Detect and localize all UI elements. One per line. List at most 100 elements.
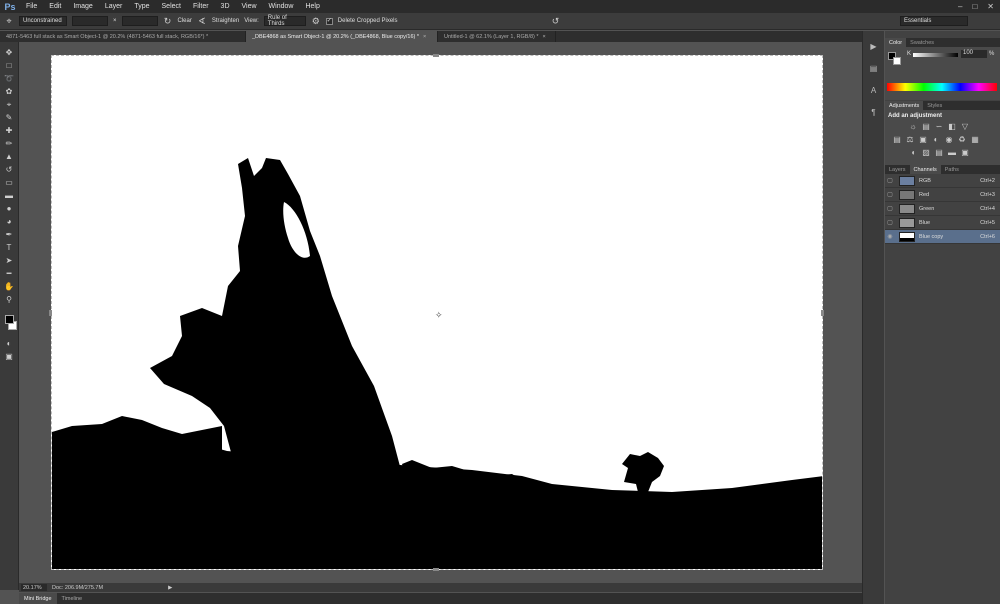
- menu-help[interactable]: Help: [299, 3, 325, 10]
- doc-tab[interactable]: Untitled-1 @ 62.1% (Layer 1, RGB/8) * ×: [438, 31, 556, 42]
- menu-3d[interactable]: 3D: [215, 3, 236, 10]
- shape-icon[interactable]: ━: [3, 268, 15, 279]
- tab-timeline[interactable]: Timeline: [57, 593, 88, 604]
- channel-row-blue-copy[interactable]: ◉ Blue copy Ctrl+6: [885, 230, 1000, 244]
- close-icon[interactable]: ×: [423, 34, 426, 40]
- lasso-icon[interactable]: ➰: [3, 73, 15, 84]
- swap-dimensions-button[interactable]: ×: [113, 18, 117, 24]
- height-field[interactable]: [121, 16, 158, 26]
- brightness-icon[interactable]: ☼: [908, 122, 918, 131]
- close-window-button[interactable]: ✕: [987, 2, 994, 11]
- ratio-select[interactable]: Unconstrained: [19, 16, 67, 26]
- channel-mixer-icon[interactable]: ♻: [957, 135, 967, 144]
- stamp-icon[interactable]: ▲: [3, 151, 15, 162]
- menu-window[interactable]: Window: [263, 3, 300, 10]
- crop-handle-top[interactable]: [433, 54, 439, 57]
- hand-icon[interactable]: ✋: [3, 281, 15, 292]
- menu-select[interactable]: Select: [156, 3, 187, 10]
- reset-icon[interactable]: ↺: [551, 16, 561, 26]
- visibility-toggle[interactable]: ▢: [885, 205, 895, 212]
- clear-button[interactable]: Clear: [178, 18, 192, 24]
- healing-icon[interactable]: ✚: [3, 125, 15, 136]
- tab-layers[interactable]: Layers: [885, 165, 910, 174]
- crop-icon[interactable]: ⌖: [3, 99, 15, 110]
- tab-mini-bridge[interactable]: Mini Bridge: [19, 593, 57, 604]
- type-icon[interactable]: T: [3, 242, 15, 253]
- levels-icon[interactable]: ▤: [921, 122, 931, 131]
- tab-styles[interactable]: Styles: [923, 101, 946, 110]
- straighten-icon[interactable]: ∢: [197, 16, 207, 26]
- screen-mode-icon[interactable]: ▣: [3, 351, 15, 362]
- threshold-icon[interactable]: ▤: [934, 148, 944, 157]
- text-panel-icon[interactable]: A: [868, 85, 880, 95]
- zoom-field[interactable]: 20.17%: [21, 584, 47, 591]
- curves-icon[interactable]: ∽: [934, 122, 944, 131]
- quick-mask-icon[interactable]: ◐: [3, 338, 15, 349]
- doc-tab-active[interactable]: _DBE4868 as Smart Object-1 @ 20.2% (_DBE…: [246, 31, 438, 42]
- exposure-icon[interactable]: ◧: [947, 122, 957, 131]
- visibility-toggle[interactable]: ▢: [885, 177, 895, 184]
- zoom-icon[interactable]: ⚲: [3, 294, 15, 305]
- gradient-icon[interactable]: ▬: [3, 190, 15, 201]
- crop-tool-preset-icon[interactable]: ⌖: [4, 16, 14, 26]
- history-icon[interactable]: ▤: [868, 63, 880, 73]
- photo-filter-icon[interactable]: ◉: [944, 135, 954, 144]
- menu-file[interactable]: File: [20, 3, 43, 10]
- minimize-button[interactable]: –: [958, 2, 962, 11]
- tab-swatches[interactable]: Swatches: [906, 38, 938, 47]
- foreground-color-swatch[interactable]: [4, 315, 14, 324]
- visibility-toggle[interactable]: ▢: [885, 219, 895, 226]
- posterize-icon[interactable]: ▨: [921, 148, 931, 157]
- move-icon[interactable]: ✥: [3, 47, 15, 58]
- invert-icon[interactable]: ◖: [908, 148, 918, 157]
- gradient-map-icon[interactable]: ▬: [947, 148, 957, 157]
- visibility-toggle[interactable]: ▢: [885, 191, 895, 198]
- marquee-icon[interactable]: □: [3, 60, 15, 71]
- eyedropper-icon[interactable]: ✎: [3, 112, 15, 123]
- quick-select-icon[interactable]: ✿: [3, 86, 15, 97]
- black-white-icon[interactable]: ◐: [931, 135, 941, 144]
- tab-paths[interactable]: Paths: [941, 165, 963, 174]
- color-lookup-icon[interactable]: ▦: [970, 135, 980, 144]
- menu-type[interactable]: Type: [128, 3, 155, 10]
- channel-row-blue[interactable]: ▢ Blue Ctrl+5: [885, 216, 1000, 230]
- path-select-icon[interactable]: ➤: [3, 255, 15, 266]
- workspace-select[interactable]: Essentials: [900, 16, 968, 26]
- pen-icon[interactable]: ✒: [3, 229, 15, 240]
- hue-saturation-icon[interactable]: ⚖: [905, 135, 915, 144]
- vibrance-icon[interactable]: ▤: [892, 135, 902, 144]
- tab-color[interactable]: Color: [885, 38, 907, 47]
- paragraph-icon[interactable]: ¶: [868, 107, 880, 117]
- delete-cropped-checkbox[interactable]: ✓: [325, 17, 333, 25]
- eraser-icon[interactable]: ▭: [3, 177, 15, 188]
- restore-button[interactable]: □: [972, 2, 977, 11]
- rotate-icon[interactable]: ↻: [163, 16, 173, 26]
- channel-row-green[interactable]: ▢ Green Ctrl+4: [885, 202, 1000, 216]
- brush-icon[interactable]: ✏: [3, 138, 15, 149]
- close-icon[interactable]: ×: [543, 34, 546, 40]
- menu-layer[interactable]: Layer: [99, 3, 129, 10]
- color-spectrum[interactable]: [887, 83, 997, 91]
- canvas-area[interactable]: ✧: [19, 42, 862, 582]
- eye-icon[interactable]: ◉: [885, 233, 895, 240]
- blur-icon[interactable]: ●: [3, 203, 15, 214]
- play-icon[interactable]: ▶: [868, 41, 880, 51]
- tab-channels[interactable]: Channels: [909, 165, 941, 174]
- gradient-map-triangle-icon[interactable]: ▽: [960, 122, 970, 131]
- selective-color-icon[interactable]: ▣: [960, 148, 970, 157]
- menu-edit[interactable]: Edit: [43, 3, 67, 10]
- view-overlay-select[interactable]: Rule of Thirds: [263, 15, 306, 27]
- dodge-icon[interactable]: ◕: [3, 216, 15, 227]
- menu-image[interactable]: Image: [67, 3, 98, 10]
- doc-tab[interactable]: 4871-5463 full stack as Smart Object-1 @…: [0, 31, 246, 42]
- gear-icon[interactable]: ⚙: [311, 16, 321, 26]
- k-slider[interactable]: [913, 53, 958, 57]
- channel-row-rgb[interactable]: ▢ RGB Ctrl+2: [885, 174, 1000, 188]
- crop-handle-bottom[interactable]: [433, 568, 439, 571]
- crop-handle-right[interactable]: [821, 310, 824, 316]
- crop-handle-left[interactable]: [49, 310, 52, 316]
- background-swatch[interactable]: [893, 57, 901, 65]
- status-arrow-icon[interactable]: ▶: [168, 585, 172, 591]
- menu-view[interactable]: View: [236, 3, 263, 10]
- doc-size-info[interactable]: Doc: 206.9M/275.7M: [52, 585, 103, 591]
